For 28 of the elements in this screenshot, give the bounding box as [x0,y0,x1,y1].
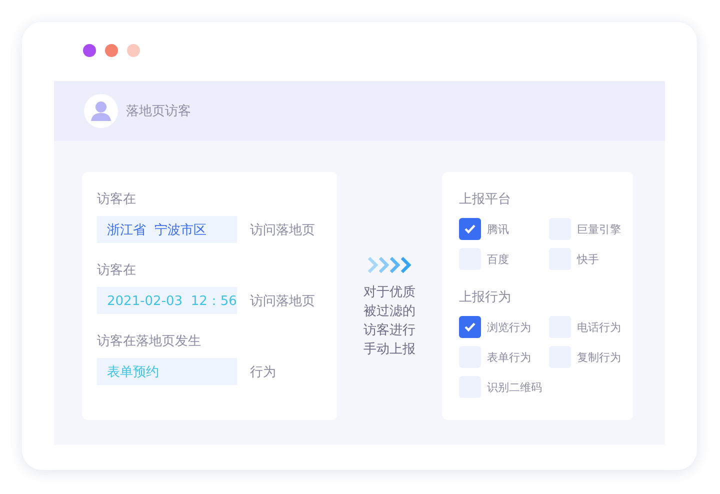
checkbox-label: 表单行为 [487,350,531,364]
condition-suffix: 行为 [250,364,276,380]
checkmark-icon [464,224,476,234]
condition-suffix: 访问落地页 [250,292,315,310]
condition-value: 浙江省 宁波市区 [97,216,237,243]
checkbox-label: 浏览行为 [487,320,531,334]
group-title: 上报平台 [459,191,512,208]
checkbox-label: 快手 [577,252,599,266]
condition-label: 访客在落地页发生 [97,333,202,350]
checkbox-label: 复制行为 [577,350,621,364]
chevrons-icon [366,256,412,274]
checkbox-label: 电话行为 [577,320,621,334]
condition-value: 2021-02-03 12：56 [97,287,237,314]
checkbox-label: 巨量引擎 [577,222,621,236]
checkbox-label: 百度 [487,252,509,266]
checkbox-label: 腾讯 [487,222,509,236]
condition-suffix: 访问落地页 [250,222,315,238]
group-title: 上报行为 [459,289,512,306]
condition-value: 表单预约 [97,358,237,385]
checkbox-label: 识别二维码 [487,380,542,394]
checkbox[interactable] [459,316,481,338]
report-note: 对于优质被过滤的访客进行手动上报 [364,284,416,359]
header-title: 落地页访客 [126,103,191,120]
condition-label: 访客在 [97,262,137,279]
checkbox[interactable] [459,218,481,240]
avatar-icon [84,94,118,128]
checkmark-icon [464,322,476,332]
condition-label: 访客在 [97,191,137,208]
